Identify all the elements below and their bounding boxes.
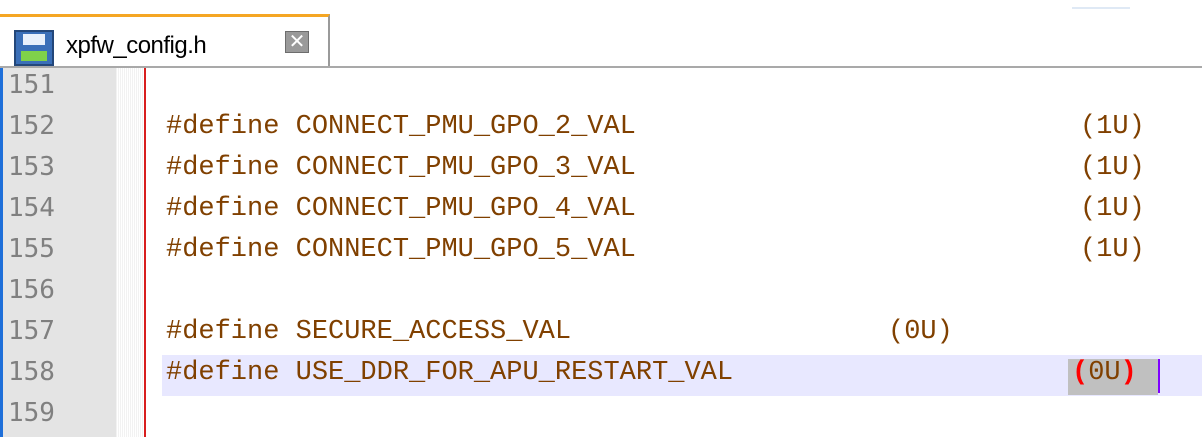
code-line[interactable]: 157 #define SECURE_ACCESS_VAL (0U) bbox=[0, 314, 1202, 355]
code-line[interactable]: 155 #define CONNECT_PMU_GPO_5_VAL (1U) bbox=[0, 232, 1202, 273]
floppy-label bbox=[23, 34, 45, 45]
window-top-bar bbox=[0, 0, 1202, 14]
code-editor[interactable]: 151 152 #define CONNECT_PMU_GPO_2_VAL (1… bbox=[0, 68, 1202, 437]
code-text: #define CONNECT_PMU_GPO_3_VAL bbox=[166, 153, 636, 183]
macro-value: (0U) bbox=[888, 317, 953, 347]
code-line[interactable]: 156 bbox=[0, 273, 1202, 314]
line-number: 152 bbox=[8, 111, 55, 141]
tab-bar: xpfw_config.h ✕ bbox=[0, 14, 1202, 68]
line-number: 157 bbox=[8, 316, 55, 346]
macro-value: (1U) bbox=[1080, 112, 1145, 142]
code-line[interactable]: 154 #define CONNECT_PMU_GPO_4_VAL (1U) bbox=[0, 191, 1202, 232]
value-text: 0U bbox=[1088, 358, 1121, 388]
code-line[interactable]: 159 bbox=[0, 396, 1202, 437]
line-number: 153 bbox=[8, 152, 55, 182]
code-line[interactable]: 152 #define CONNECT_PMU_GPO_2_VAL (1U) bbox=[0, 109, 1202, 150]
code-line[interactable]: 151 bbox=[0, 68, 1202, 109]
line-number: 156 bbox=[8, 275, 55, 305]
line-number: 155 bbox=[8, 234, 55, 264]
floppy-disk-icon bbox=[14, 30, 54, 66]
line-number: 151 bbox=[8, 70, 55, 100]
code-text: #define SECURE_ACCESS_VAL bbox=[166, 317, 572, 347]
toolbar-edge bbox=[1072, 0, 1130, 9]
floppy-shutter bbox=[21, 51, 47, 61]
tab-xpfw-config[interactable]: xpfw_config.h ✕ bbox=[0, 14, 330, 66]
open-paren: ( bbox=[1072, 358, 1089, 388]
line-number: 154 bbox=[8, 193, 55, 223]
close-paren: ) bbox=[1120, 358, 1137, 388]
code-text: #define CONNECT_PMU_GPO_2_VAL bbox=[166, 112, 636, 142]
code-line[interactable]: 153 #define CONNECT_PMU_GPO_3_VAL (1U) bbox=[0, 150, 1202, 191]
current-code-line[interactable]: 158 #define USE_DDR_FOR_APU_RESTART_VAL … bbox=[0, 355, 1202, 396]
code-text: #define CONNECT_PMU_GPO_5_VAL bbox=[166, 235, 636, 265]
macro-value: (1U) bbox=[1080, 194, 1145, 224]
tab-title: xpfw_config.h bbox=[66, 32, 207, 59]
code-text: #define USE_DDR_FOR_APU_RESTART_VAL bbox=[166, 358, 734, 388]
close-icon[interactable]: ✕ bbox=[285, 31, 309, 53]
macro-value: (1U) bbox=[1080, 235, 1145, 265]
line-number: 158 bbox=[8, 357, 55, 387]
macro-value: (0U) bbox=[1072, 358, 1137, 388]
line-number: 159 bbox=[8, 398, 55, 428]
code-text: #define CONNECT_PMU_GPO_4_VAL bbox=[166, 194, 636, 224]
macro-value: (1U) bbox=[1080, 153, 1145, 183]
text-caret bbox=[1158, 359, 1160, 393]
